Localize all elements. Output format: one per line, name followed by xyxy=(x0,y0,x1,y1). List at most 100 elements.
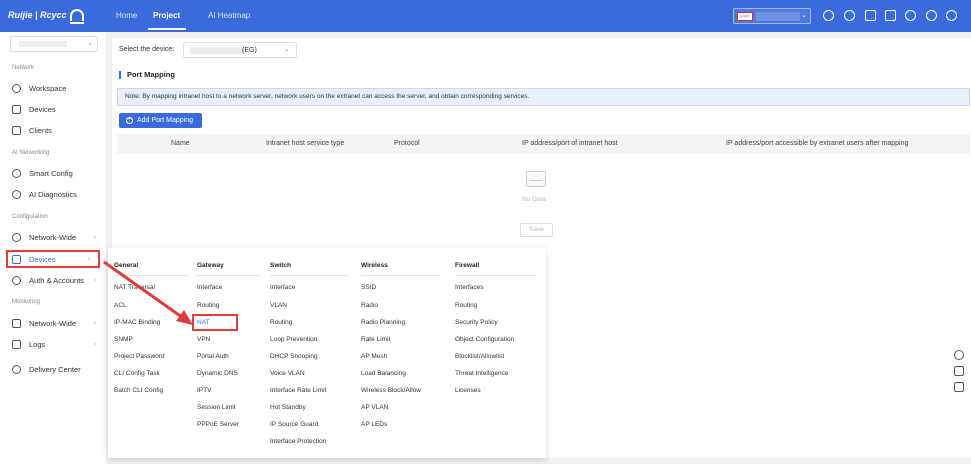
nat-highlight-box xyxy=(192,314,238,331)
sidebar-item-network-wide[interactable]: Network-Wide › xyxy=(0,228,106,246)
sidebar-item-devices-config[interactable]: Devices › xyxy=(6,250,100,268)
sidebar-item-label: Devices xyxy=(29,254,56,264)
nav-home[interactable]: Home xyxy=(116,11,137,20)
menu-item-dhcp-snooping[interactable]: DHCP Snooping xyxy=(270,353,318,360)
menu-item-hot-standby[interactable]: Hot Standby xyxy=(270,404,306,411)
menu-item-interface[interactable]: Interface xyxy=(197,284,222,291)
edit-feedback-icon[interactable] xyxy=(954,366,964,376)
menu-item-routing[interactable]: Routing xyxy=(270,319,292,326)
sidebar-item-ai-diagnostics[interactable]: AI Diagnostics xyxy=(0,185,106,203)
menu-item-object-configuration[interactable]: Object Configuration xyxy=(455,336,514,343)
sidebar-item-delivery-center[interactable]: Delivery Center xyxy=(0,360,106,378)
delivery-center-icon xyxy=(12,364,21,374)
menu-item-voice-vlan[interactable]: Voice VLAN xyxy=(270,370,305,377)
add-circle-icon[interactable] xyxy=(823,10,834,21)
menu-item-snmp[interactable]: SNMP xyxy=(114,336,133,343)
menu-item-ip-source-guard[interactable]: IP Source Guard xyxy=(270,421,318,428)
menu-item-wireless-block-allow[interactable]: Wireless Block/Allow xyxy=(361,387,421,394)
menu-item-rate-limit[interactable]: Rate Limit xyxy=(361,336,390,343)
sidebar-section-ai-networking: AI Networking xyxy=(12,150,50,156)
menu-item-dynamic-dns[interactable]: Dynamic DNS xyxy=(197,370,238,377)
gear-icon[interactable] xyxy=(926,10,937,21)
account-name-redacted xyxy=(756,12,800,21)
menu-item-ap-leds[interactable]: AP LEDs xyxy=(361,421,387,428)
menu-item-vlan[interactable]: VLAN xyxy=(270,302,287,309)
workspace-icon xyxy=(12,83,21,93)
alarm-bell-icon[interactable] xyxy=(865,10,876,21)
menu-column-title: Switch xyxy=(270,262,291,269)
network-wide-icon xyxy=(12,232,21,242)
nav-ai-heatmap[interactable]: AI Heatmap xyxy=(208,11,250,20)
device-selector[interactable]: (EG) ⌄ xyxy=(183,42,297,58)
info-note: Note: By mapping intranet host to a netw… xyxy=(117,88,970,106)
menu-item-radio[interactable]: Radio xyxy=(361,302,378,309)
column-header-protocol: Protocol xyxy=(394,140,420,147)
topology-icon xyxy=(12,318,21,328)
menu-item-session-limit[interactable]: Session Limit xyxy=(197,404,236,411)
menu-item-interface-rate-limit[interactable]: Interface Rate Limit xyxy=(270,387,326,394)
menu-item-cli-config-task[interactable]: CLI Config Task xyxy=(114,370,160,377)
sidebar-item-logs[interactable]: Logs › xyxy=(0,335,106,353)
menu-item-ap-mesh[interactable]: AP Mesh xyxy=(361,353,387,360)
account-selector[interactable]: LOGO ⌄ xyxy=(733,8,811,24)
divider xyxy=(361,275,441,276)
clients-icon xyxy=(12,125,21,135)
sidebar-item-devices[interactable]: Devices xyxy=(0,100,106,118)
menu-item-pppoe-server[interactable]: PPPoE Server xyxy=(197,421,239,428)
device-name-redacted xyxy=(190,47,244,54)
menu-item-portal-auth[interactable]: Portal Auth xyxy=(197,353,229,360)
menu-item-project-password[interactable]: Project Password xyxy=(114,353,165,360)
save-button[interactable]: Save xyxy=(520,223,553,237)
sidebar-item-smart-config[interactable]: Smart Config xyxy=(0,164,106,182)
menu-item-interfaces[interactable]: Interfaces xyxy=(455,284,484,291)
project-selector[interactable]: ⌄ xyxy=(10,36,98,52)
divider xyxy=(455,275,537,276)
menu-item-licenses[interactable]: Licenses xyxy=(455,387,481,394)
sidebar-item-workspace[interactable]: Workspace xyxy=(0,79,106,97)
clipboard-icon[interactable] xyxy=(954,382,964,392)
search-icon[interactable] xyxy=(844,10,855,21)
menu-item-security-policy[interactable]: Security Policy xyxy=(455,319,498,326)
menu-item-vpn[interactable]: VPN xyxy=(197,336,210,343)
menu-item-batch-cli-config[interactable]: Batch CLI Config xyxy=(114,387,163,394)
menu-column-title: General xyxy=(114,262,139,269)
menu-item-iptv[interactable]: IPTV xyxy=(197,387,211,394)
user-avatar-icon[interactable] xyxy=(946,10,957,21)
sidebar-item-label: Clients xyxy=(29,125,52,135)
menu-item-routing[interactable]: Routing xyxy=(455,302,477,309)
menu-item-interface[interactable]: Interface xyxy=(270,284,295,291)
left-sidebar: ⌄ Network Workspace Devices Clients AI N… xyxy=(0,32,106,464)
menu-item-acl[interactable]: ACL xyxy=(114,302,127,309)
sidebar-item-label: Auth & Accounts xyxy=(29,275,85,285)
globe-language-icon[interactable] xyxy=(905,10,916,21)
plus-circle-icon: + xyxy=(126,117,133,124)
menu-item-nat-traversal[interactable]: NAT Traversal xyxy=(114,284,155,291)
menu-item-threat-intelligence[interactable]: Threat Intelligence xyxy=(455,370,508,377)
sidebar-item-label: Delivery Center xyxy=(29,364,81,374)
smart-config-icon xyxy=(12,168,21,178)
sidebar-item-clients[interactable]: Clients xyxy=(0,121,106,139)
chevron-right-icon: › xyxy=(93,340,96,348)
menu-item-ap-vlan[interactable]: AP VLAN xyxy=(361,404,388,411)
menu-item-load-balancing[interactable]: Load Balancing xyxy=(361,370,406,377)
column-header-name: Name xyxy=(171,140,190,147)
menu-item-ssid[interactable]: SSID xyxy=(361,284,376,291)
sidebar-item-label: Network-Wide xyxy=(29,232,77,242)
menu-item-loop-prevention[interactable]: Loop Prevention xyxy=(270,336,317,343)
chat-bubble-icon[interactable] xyxy=(954,350,964,360)
brand-logo[interactable]: Ruijie | Rcycc xyxy=(8,9,84,24)
sidebar-item-label: Devices xyxy=(29,104,56,114)
divider xyxy=(270,275,348,276)
add-port-mapping-button[interactable]: + Add Port Mapping xyxy=(119,113,202,128)
sidebar-item-auth-accounts[interactable]: Auth & Accounts › xyxy=(0,271,106,289)
menu-item-interface-protection[interactable]: Interface Protection xyxy=(270,438,326,445)
sidebar-section-network: Network xyxy=(12,65,35,71)
menu-item-ip-mac-binding[interactable]: IP-MAC Binding xyxy=(114,319,160,326)
menu-item-blocklist-allowlist[interactable]: Blocklist/Allowlist xyxy=(455,353,504,360)
nav-project[interactable]: Project xyxy=(153,11,180,20)
notification-bell-icon[interactable] xyxy=(885,10,896,21)
menu-column-title: Firewall xyxy=(455,262,480,269)
sidebar-item-network-wide-monitoring[interactable]: Network-Wide › xyxy=(0,314,106,332)
menu-item-radio-planning[interactable]: Radio Planning xyxy=(361,319,405,326)
menu-item-routing[interactable]: Routing xyxy=(197,302,219,309)
